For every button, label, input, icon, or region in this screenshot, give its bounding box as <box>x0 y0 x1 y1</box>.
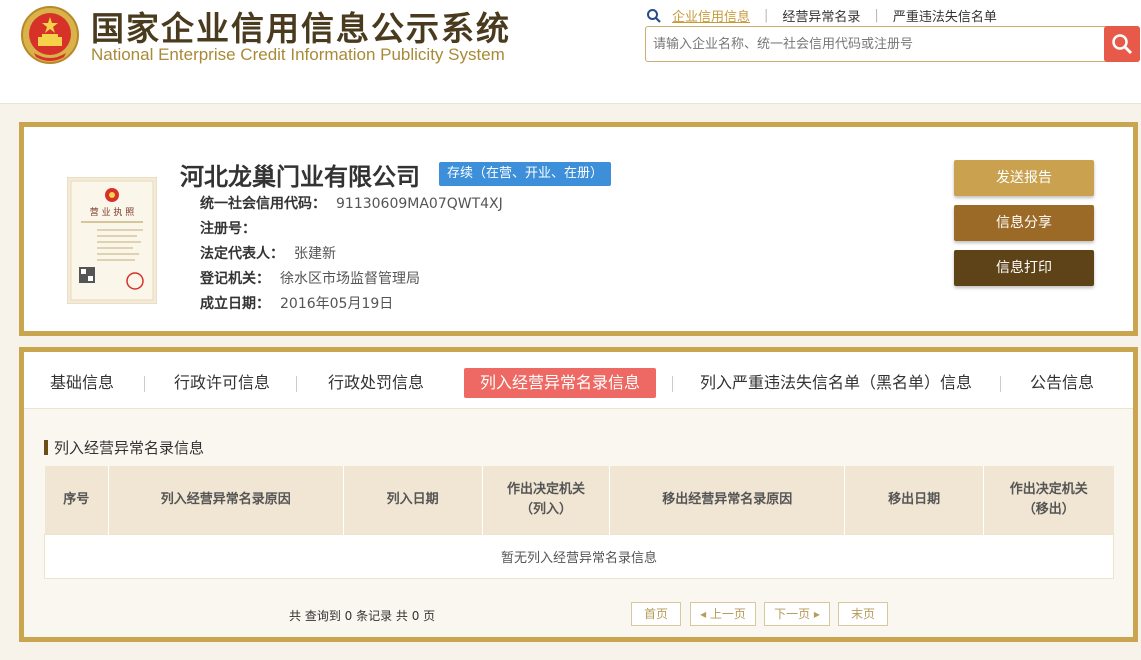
tab-divider <box>144 376 145 392</box>
send-report-button[interactable]: 发送报告 <box>954 160 1094 196</box>
tab-abnormal-list[interactable]: 列入经营异常名录信息 <box>464 368 657 398</box>
tab-divider <box>296 376 297 392</box>
abnormal-list-table: 序号 列入经营异常名录原因 列入日期 作出决定机关（列入） 移出经营异常名录原因… <box>44 466 1114 579</box>
tab-basic-info[interactable]: 基础信息 <box>50 368 114 398</box>
pager-info: 共 查询到 0 条记录 共 0 页 <box>289 609 436 623</box>
tab-admin-penalty[interactable]: 行政处罚信息 <box>328 368 424 398</box>
tab-blacklist[interactable]: 列入严重违法失信名单（黑名单）信息 <box>700 368 972 398</box>
detail-panel: 基础信息 行政许可信息 行政处罚信息 列入经营异常名录信息 列入严重违法失信名单… <box>19 347 1138 642</box>
company-info-list: 统一社会信用代码： 91130609MA07QWT4XJ 注册号： 法定代表人：张… <box>200 192 503 317</box>
col-list-date: 列入日期 <box>343 466 483 534</box>
nav-divider: | <box>874 8 879 23</box>
col-list-authority: 作出决定机关（列入） <box>482 466 611 534</box>
prev-page-button[interactable]: ◂ 上一页 <box>690 602 756 626</box>
top-nav: 企业信用信息 | 经营异常名录 | 严重违法失信名单 <box>646 6 997 25</box>
tab-announcement[interactable]: 公告信息 <box>1030 368 1094 398</box>
info-row-credit-code: 统一社会信用代码： 91130609MA07QWT4XJ <box>200 196 503 212</box>
first-page-button[interactable]: 首页 <box>631 602 681 626</box>
nav-abnormal-list[interactable]: 经营异常名录 <box>782 6 860 25</box>
col-index: 序号 <box>44 466 109 534</box>
print-info-button[interactable]: 信息打印 <box>954 250 1094 286</box>
tab-bar: 基础信息 行政许可信息 行政处罚信息 列入经营异常名录信息 列入严重违法失信名单… <box>24 352 1133 409</box>
next-page-button[interactable]: 下一页 ▸ <box>764 602 830 626</box>
business-license-image: 营 业 执 照 <box>67 177 157 304</box>
national-emblem-icon <box>21 6 79 64</box>
col-list-reason: 列入经营异常名录原因 <box>108 466 344 534</box>
site-subtitle: National Enterprise Credit Information P… <box>91 45 505 64</box>
tab-divider <box>672 376 673 392</box>
table-header-row: 序号 列入经营异常名录原因 列入日期 作出决定机关（列入） 移出经营异常名录原因… <box>44 466 1114 534</box>
share-info-button[interactable]: 信息分享 <box>954 205 1094 241</box>
col-remove-date: 移出日期 <box>844 466 985 534</box>
caret-right-icon: ▸ <box>810 607 820 621</box>
site-title: 国家企业信用信息公示系统 <box>91 9 511 48</box>
caret-left-icon: ◂ <box>700 607 710 621</box>
svg-text:营 业 执 照: 营 业 执 照 <box>90 206 135 218</box>
status-badge: 存续（在营、开业、在册） <box>439 162 612 186</box>
search-button[interactable] <box>1104 26 1140 62</box>
table-row: 暂无列入经营异常名录信息 <box>44 533 1114 579</box>
info-row-legal-rep: 法定代表人： 张建新 <box>200 246 336 262</box>
tab-admin-license[interactable]: 行政许可信息 <box>174 368 270 398</box>
company-card: 营 业 执 照 河北龙巢门业有限公司 存续（在营、开业、在册） 统一社会信用代码… <box>19 122 1138 336</box>
info-row-reg-authority: 登记机关： 徐水区市场监督管理局 <box>200 271 420 287</box>
col-remove-authority: 作出决定机关（移出） <box>983 466 1114 534</box>
tab-divider <box>1000 376 1001 392</box>
company-name: 河北龙巢门业有限公司 <box>180 163 420 191</box>
nav-enterprise-credit[interactable]: 企业信用信息 <box>672 6 750 25</box>
search-icon <box>647 8 661 23</box>
section-title: 列入经营异常名录信息 <box>44 437 204 458</box>
search-icon <box>1112 34 1133 55</box>
search-box <box>645 26 1140 62</box>
nav-blacklist[interactable]: 严重违法失信名单 <box>893 6 997 25</box>
last-page-button[interactable]: 末页 <box>838 602 888 626</box>
col-remove-reason: 移出经营异常名录原因 <box>609 466 846 534</box>
site-header: 国家企业信用信息公示系统 National Enterprise Credit … <box>0 0 1141 104</box>
search-input[interactable] <box>646 27 1101 61</box>
info-row-established: 成立日期： 2016年05月19日 <box>200 296 394 312</box>
nav-divider: | <box>764 8 769 23</box>
info-row-reg-number: 注册号： <box>200 221 256 237</box>
empty-message: 暂无列入经营异常名录信息 <box>44 533 1114 579</box>
